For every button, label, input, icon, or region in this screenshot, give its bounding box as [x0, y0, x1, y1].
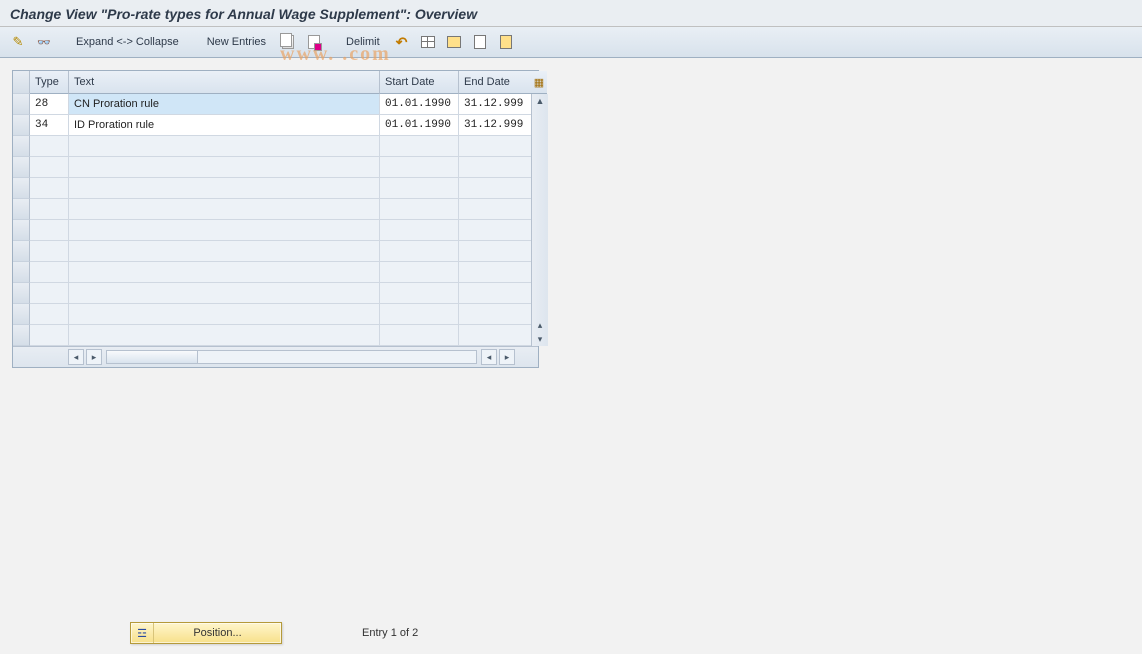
- column-header-end-date[interactable]: End Date: [459, 71, 531, 94]
- copy-icon[interactable]: [278, 32, 298, 52]
- table-row-empty[interactable]: [13, 220, 531, 241]
- table-row-empty[interactable]: [13, 325, 531, 346]
- cell-end-date[interactable]: 31.12.999: [459, 94, 531, 115]
- application-toolbar: Expand <-> Collapse New Entries Delimit: [0, 27, 1142, 58]
- table-row[interactable]: 34 ID Proration rule 01.01.1990 31.12.99…: [13, 115, 531, 136]
- scroll-down-icon[interactable]: ▾: [533, 332, 547, 346]
- table-row-empty[interactable]: [13, 199, 531, 220]
- row-selector[interactable]: [13, 304, 30, 325]
- toggle-display-change-icon[interactable]: [8, 32, 28, 52]
- data-grid: Type Text Start Date End Date 28 CN Pror…: [12, 70, 539, 368]
- position-icon: ☲: [131, 623, 154, 643]
- cell-text[interactable]: ID Proration rule: [69, 115, 380, 136]
- select-all-icon[interactable]: [418, 32, 438, 52]
- scroll-left-icon[interactable]: ▸: [86, 349, 102, 365]
- scroll-first-icon[interactable]: ◂: [68, 349, 84, 365]
- scroll-down-small-icon[interactable]: ▴: [533, 318, 547, 332]
- row-selector[interactable]: [13, 262, 30, 283]
- table-row-empty[interactable]: [13, 262, 531, 283]
- row-selector[interactable]: [13, 94, 30, 115]
- select-block-icon[interactable]: [444, 32, 464, 52]
- deselect-all-icon[interactable]: [470, 32, 490, 52]
- scroll-track[interactable]: [106, 350, 477, 364]
- position-label: Position...: [154, 627, 281, 639]
- table-row-empty[interactable]: [13, 283, 531, 304]
- table-row-empty[interactable]: [13, 241, 531, 262]
- row-selector[interactable]: [13, 199, 30, 220]
- expand-collapse-button[interactable]: Expand <-> Collapse: [70, 34, 185, 50]
- row-selector[interactable]: [13, 325, 30, 346]
- glasses-icon[interactable]: [34, 32, 54, 52]
- cell-end-date[interactable]: 31.12.999: [459, 115, 531, 136]
- table-row-empty[interactable]: [13, 178, 531, 199]
- select-all-rows-handle[interactable]: [13, 71, 30, 94]
- position-button[interactable]: ☲ Position...: [130, 622, 282, 644]
- vertical-scrollbar[interactable]: ▲ ▴ ▾: [531, 94, 548, 346]
- row-selector[interactable]: [13, 241, 30, 262]
- table-row[interactable]: 28 CN Proration rule 01.01.1990 31.12.99…: [13, 94, 531, 115]
- scroll-last-icon[interactable]: ▸: [499, 349, 515, 365]
- table-row-empty[interactable]: [13, 136, 531, 157]
- configure-columns-icon[interactable]: [531, 71, 547, 94]
- row-selector[interactable]: [13, 136, 30, 157]
- column-header-type[interactable]: Type: [30, 71, 69, 94]
- horizontal-scrollbar[interactable]: ◂ ▸ ◂ ▸: [13, 346, 538, 367]
- new-entries-button[interactable]: New Entries: [201, 34, 272, 50]
- cell-text[interactable]: CN Proration rule: [69, 94, 380, 115]
- column-header-start-date[interactable]: Start Date: [380, 71, 459, 94]
- cell-type[interactable]: 28: [30, 94, 69, 115]
- row-selector[interactable]: [13, 220, 30, 241]
- cell-start-date[interactable]: 01.01.1990: [380, 94, 459, 115]
- delimit-button[interactable]: Delimit: [340, 34, 386, 50]
- entry-status-text: Entry 1 of 2: [362, 627, 418, 639]
- content-area: Type Text Start Date End Date 28 CN Pror…: [0, 58, 1142, 652]
- table-row-empty[interactable]: [13, 304, 531, 325]
- footer-bar: ☲ Position... Entry 1 of 2: [0, 622, 1142, 644]
- row-selector[interactable]: [13, 283, 30, 304]
- print-icon[interactable]: [496, 32, 516, 52]
- cell-start-date[interactable]: 01.01.1990: [380, 115, 459, 136]
- scroll-right-icon[interactable]: ◂: [481, 349, 497, 365]
- row-selector[interactable]: [13, 178, 30, 199]
- table-row-empty[interactable]: [13, 157, 531, 178]
- row-selector[interactable]: [13, 115, 30, 136]
- scroll-up-icon[interactable]: ▲: [533, 94, 547, 108]
- scroll-thumb[interactable]: [107, 351, 198, 363]
- undo-icon[interactable]: [392, 32, 412, 52]
- row-selector[interactable]: [13, 157, 30, 178]
- cell-type[interactable]: 34: [30, 115, 69, 136]
- page-title: Change View "Pro-rate types for Annual W…: [0, 0, 1142, 27]
- column-header-text[interactable]: Text: [69, 71, 380, 94]
- copy-as-icon[interactable]: [304, 32, 324, 52]
